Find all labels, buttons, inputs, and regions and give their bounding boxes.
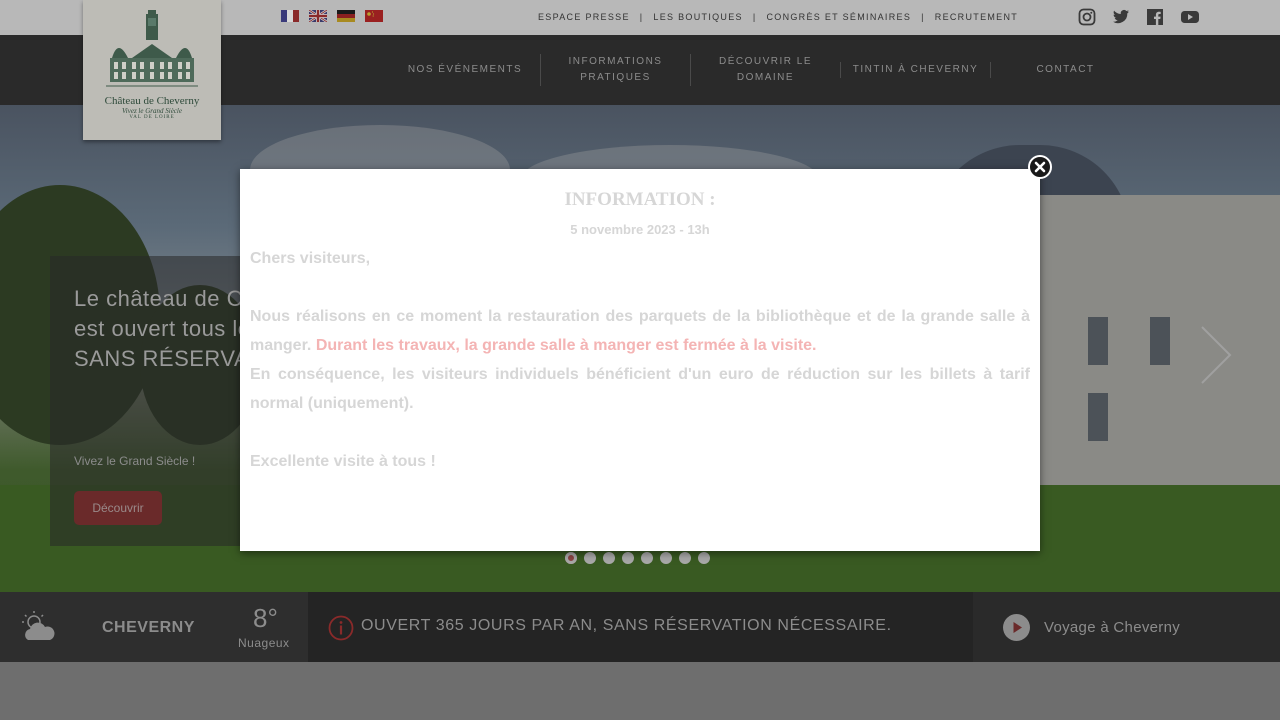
info-icon xyxy=(328,615,354,641)
opening-notice: OUVERT 365 JOURS PAR AN, SANS RÉSERVATIO… xyxy=(308,592,973,662)
voyage-label: Voyage à Cheverny xyxy=(1044,619,1181,636)
logo-title: Château de Cheverny xyxy=(104,95,200,107)
link-recrutement[interactable]: RECRUTEMENT xyxy=(935,12,1018,22)
modal-greeting: Chers visiteurs, xyxy=(250,250,371,267)
modal-paragraph-2: En conséquence, les visiteurs individuel… xyxy=(250,366,1030,412)
link-espace-presse[interactable]: ESPACE PRESSE xyxy=(538,12,630,22)
slider-dot[interactable] xyxy=(622,552,634,564)
slider-next-arrow-icon[interactable] xyxy=(1198,325,1234,385)
weather-temperature: 8° xyxy=(253,603,278,633)
social-links xyxy=(1078,8,1200,26)
link-congres-seminaires[interactable]: CONGRÈS ET SÉMINAIRES xyxy=(766,12,911,22)
link-separator: | xyxy=(752,12,757,22)
modal-body: Chers visiteurs, Nous réalisons en ce mo… xyxy=(250,244,1030,476)
info-bar: CHEVERNY 8° Nuageux OUVERT 365 JOURS PAR… xyxy=(0,592,1280,662)
logo-subtitle: Vivez le Grand Siècle xyxy=(122,107,182,115)
weather-widget: CHEVERNY 8° Nuageux xyxy=(0,592,308,662)
modal-paragraph-1: Nous réalisons en ce moment la restaurat… xyxy=(250,302,1030,360)
slider-dot[interactable] xyxy=(660,552,672,564)
flag-en-icon[interactable] xyxy=(309,10,327,22)
nav-item-contact[interactable]: CONTACT xyxy=(990,62,1140,78)
modal-highlight: Durant les travaux, la grande salle à ma… xyxy=(315,337,817,354)
slider-dot[interactable] xyxy=(679,552,691,564)
nav-item-informations-pratiques[interactable]: INFORMATIONS PRATIQUES xyxy=(540,54,690,86)
main-menu: NOS ÉVÉNEMENTS INFORMATIONS PRATIQUES DÉ… xyxy=(390,35,1140,105)
castle-logo-icon xyxy=(106,10,198,87)
weather-city: CHEVERNY xyxy=(102,619,195,636)
hero-subtitle: Vivez le Grand Siècle ! xyxy=(74,454,196,468)
facebook-icon[interactable] xyxy=(1146,8,1164,26)
hero-castle-window xyxy=(1150,317,1170,365)
nav-item-evenements[interactable]: NOS ÉVÉNEMENTS xyxy=(390,62,540,78)
modal-closing: Excellente visite à tous ! xyxy=(250,453,436,470)
flag-cn-icon[interactable] xyxy=(365,10,383,22)
slider-dot[interactable] xyxy=(565,552,577,564)
utility-links: ESPACE PRESSE | LES BOUTIQUES | CONGRÈS … xyxy=(538,12,1018,22)
slider-pagination xyxy=(565,552,710,564)
modal-spacer xyxy=(250,418,1030,447)
modal-date: 5 novembre 2023 - 13h xyxy=(570,222,710,237)
hero-castle-window xyxy=(1088,393,1108,441)
modal-spacer xyxy=(250,273,1030,302)
language-selector xyxy=(281,10,383,22)
close-icon[interactable] xyxy=(1028,155,1052,179)
modal-title: INFORMATION : xyxy=(564,189,716,210)
weather-condition: Nuageux xyxy=(238,636,290,650)
play-icon xyxy=(1003,614,1030,641)
hero-castle-window xyxy=(1088,317,1108,365)
site-logo[interactable]: Château de Cheverny Vivez le Grand Siècl… xyxy=(83,0,221,140)
flag-fr-icon[interactable] xyxy=(281,10,299,22)
slider-dot[interactable] xyxy=(603,552,615,564)
logo-region: VAL DE LOIRE xyxy=(129,115,175,120)
youtube-icon[interactable] xyxy=(1180,8,1200,26)
slider-dot[interactable] xyxy=(698,552,710,564)
notice-text: OUVERT 365 JOURS PAR AN, SANS RÉSERVATIO… xyxy=(361,617,892,634)
link-separator: | xyxy=(921,12,925,22)
cloudy-weather-icon xyxy=(22,611,55,640)
page: ESPACE PRESSE | LES BOUTIQUES | CONGRÈS … xyxy=(0,0,1280,720)
slider-dot[interactable] xyxy=(641,552,653,564)
instagram-icon[interactable] xyxy=(1078,8,1096,26)
nav-item-tintin[interactable]: TINTIN À CHEVERNY xyxy=(840,62,990,78)
page-footer-area xyxy=(0,662,1280,720)
twitter-icon[interactable] xyxy=(1112,8,1130,26)
slider-dot[interactable] xyxy=(584,552,596,564)
information-modal: INFORMATION : 5 novembre 2023 - 13h Cher… xyxy=(240,169,1040,551)
link-separator: | xyxy=(639,12,644,22)
decouvrir-button[interactable]: Découvrir xyxy=(74,491,162,525)
link-les-boutiques[interactable]: LES BOUTIQUES xyxy=(653,12,742,22)
flag-de-icon[interactable] xyxy=(337,10,355,22)
voyage-video-link[interactable]: Voyage à Cheverny xyxy=(1003,614,1180,641)
nav-item-decouvrir-domaine[interactable]: DÉCOUVRIR LE DOMAINE xyxy=(690,54,840,86)
